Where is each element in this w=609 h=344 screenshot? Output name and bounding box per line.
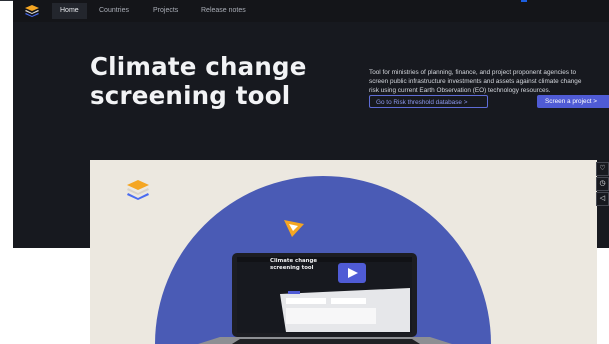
clock-icon[interactable]: ◷ [596,177,609,191]
nav-release-notes[interactable]: Release notes [193,3,254,19]
video-preview[interactable]: Climate change screening tool [90,160,597,344]
video-title: Climate change screening tool [270,258,318,271]
video-illustration [127,176,491,344]
hero-description: Tool for ministries of planning, finance… [369,69,582,94]
nav-home[interactable]: Home [52,3,87,19]
nav-countries[interactable]: Countries [91,3,137,19]
heart-icon[interactable]: ♡ [596,162,609,176]
blue-indicator [521,0,527,2]
nav-projects[interactable]: Projects [145,3,186,19]
side-toolbar: ♡ ◷ ◁ [596,162,609,207]
screen-project-button[interactable]: Screen a project > [537,95,609,108]
risk-database-button[interactable]: Go to Risk threshold database > [369,95,488,108]
send-icon[interactable]: ◁ [596,192,609,206]
page-title: Climate change screening tool [90,52,307,110]
app-logo-icon[interactable] [25,5,39,17]
app-logo-icon-small [127,180,149,200]
